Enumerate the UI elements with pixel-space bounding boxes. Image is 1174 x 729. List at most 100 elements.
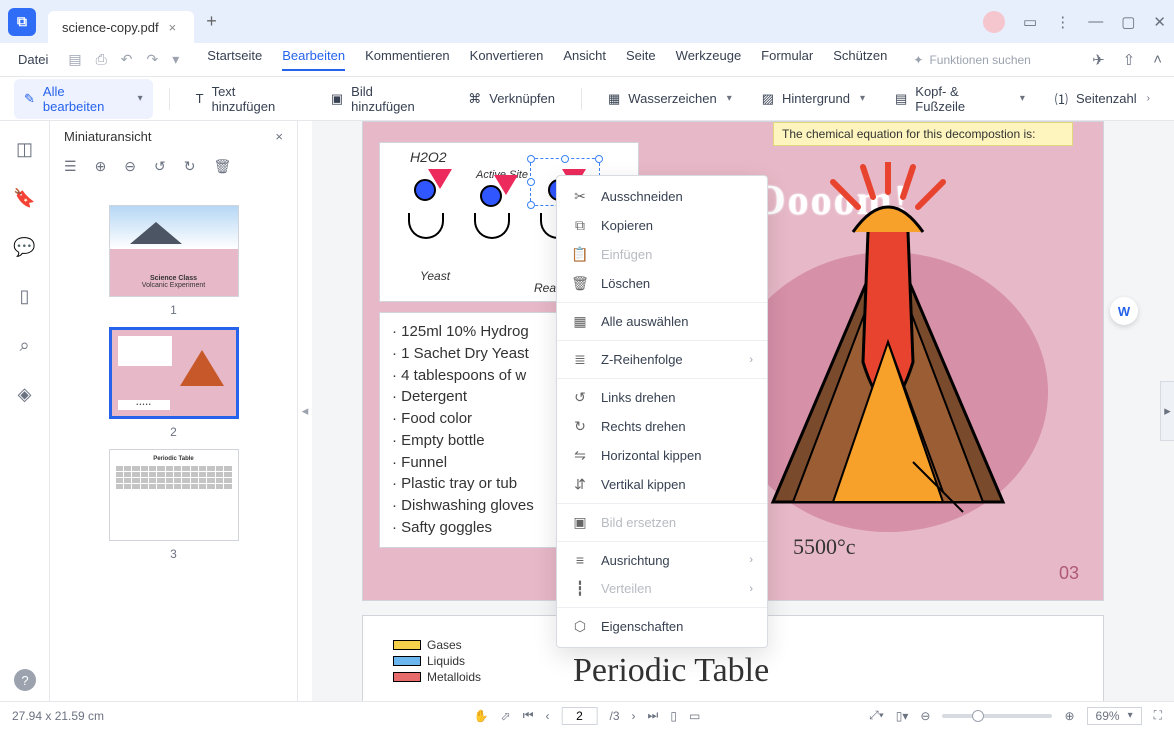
- tab-page[interactable]: Seite: [626, 48, 656, 71]
- titlebar: ⧉ science-copy.pdf × + ▭ ⋮ — ▢ ✕: [0, 0, 1174, 43]
- ctx-cut[interactable]: ✂Ausschneiden: [557, 182, 767, 211]
- close-tab-icon[interactable]: ×: [169, 20, 177, 35]
- text-icon: T: [196, 91, 204, 106]
- cloud-icon[interactable]: ⇧: [1123, 51, 1136, 69]
- add-image-button[interactable]: ▣ Bild hinzufügen: [321, 79, 448, 119]
- tab-form[interactable]: Formular: [761, 48, 813, 71]
- add-text-button[interactable]: T Text hinzufügen: [186, 79, 311, 119]
- tab-comment[interactable]: Kommentieren: [365, 48, 450, 71]
- ctx-select-all[interactable]: ▦Alle auswählen: [557, 307, 767, 336]
- watermark-button[interactable]: ▦ Wasserzeichen ▾: [598, 86, 742, 112]
- page-input[interactable]: [562, 707, 598, 725]
- header-footer-icon: ▤: [895, 91, 907, 107]
- collapse-ribbon-icon[interactable]: ˄: [1153, 51, 1162, 69]
- redo-icon[interactable]: ↷: [147, 51, 159, 68]
- page-number-label: Seitenzahl: [1076, 91, 1137, 106]
- chevron-down-icon: ▾: [138, 93, 143, 104]
- first-page-icon[interactable]: ⏮: [523, 708, 534, 723]
- save-icon[interactable]: ▤: [68, 51, 81, 68]
- ctx-properties[interactable]: ⬡Eigenschaften: [557, 612, 767, 641]
- thumbnail-list: Science ClassVolcanic Experiment 1 • • •…: [50, 187, 297, 701]
- last-page-icon[interactable]: ⏭: [648, 708, 659, 723]
- watermark-label: Wasserzeichen: [628, 91, 716, 106]
- list-icon[interactable]: ☰: [64, 158, 77, 175]
- flip-h-icon: ⇋: [571, 447, 589, 464]
- chat-icon[interactable]: ▭: [1023, 13, 1037, 31]
- zoom-slider[interactable]: [942, 714, 1052, 718]
- comment-panel-icon[interactable]: 💬: [13, 237, 35, 258]
- zoom-in-icon[interactable]: ⊕: [1064, 709, 1074, 723]
- panel-toggle-icon[interactable]: ◫: [16, 139, 33, 160]
- layers-icon[interactable]: ◈: [18, 384, 32, 405]
- zoom-in-icon[interactable]: ⊕: [95, 158, 107, 175]
- search-icon[interactable]: ⌕: [19, 335, 29, 356]
- hand-tool-icon[interactable]: ✋: [474, 709, 489, 723]
- zoom-out-icon[interactable]: ⊖: [124, 158, 136, 175]
- prev-page-icon[interactable]: ‹: [546, 709, 550, 723]
- tab-view[interactable]: Ansicht: [563, 48, 606, 71]
- page-layout-icon[interactable]: ▯: [670, 709, 677, 723]
- fullscreen-icon[interactable]: ⛶: [1154, 708, 1162, 723]
- tab-protect[interactable]: Schützen: [833, 48, 887, 71]
- file-menu[interactable]: Datei: [12, 52, 54, 67]
- more-icon[interactable]: ⋮: [1055, 13, 1070, 31]
- link-button[interactable]: ⌘ Verknüpfen: [458, 86, 565, 112]
- undo-icon[interactable]: ↶: [121, 51, 133, 68]
- thumbnails-header: Miniaturansicht ×: [50, 121, 297, 152]
- zoom-out-icon[interactable]: ⊖: [920, 709, 930, 723]
- ctx-z-order[interactable]: ≣Z-Reihenfolge›: [557, 345, 767, 374]
- thumbnail-page-3[interactable]: Periodic Table 3: [109, 449, 239, 561]
- page-number-button[interactable]: ⑴ Seitenzahl ›: [1045, 84, 1160, 113]
- next-page-icon[interactable]: ›: [632, 709, 636, 723]
- edit-toolbar: ✎ Alle bearbeiten ▾ T Text hinzufügen ▣ …: [0, 77, 1174, 121]
- rotate-left-icon: ↺: [571, 389, 589, 406]
- tab-edit[interactable]: Bearbeiten: [282, 48, 345, 71]
- trash-icon[interactable]: 🗑: [214, 158, 232, 175]
- ctx-align[interactable]: ≡Ausrichtung›: [557, 546, 767, 574]
- select-tool-icon[interactable]: ⬀: [501, 709, 511, 723]
- thumbnails-title: Miniaturansicht: [64, 129, 151, 144]
- thumbnail-page-1[interactable]: Science ClassVolcanic Experiment 1: [109, 205, 239, 317]
- window-minimize-icon[interactable]: —: [1088, 13, 1103, 30]
- attachment-icon[interactable]: ▯: [20, 286, 30, 307]
- watermark-icon: ▦: [608, 91, 620, 107]
- window-maximize-icon[interactable]: ▢: [1121, 13, 1135, 31]
- expand-right-panel-handle[interactable]: ▸: [1160, 381, 1174, 441]
- ctx-rotate-left[interactable]: ↺Links drehen: [557, 383, 767, 412]
- dropdown-icon[interactable]: ▾: [172, 51, 179, 68]
- ctx-flip-v[interactable]: ⇵Vertikal kippen: [557, 470, 767, 499]
- rotate-cw-icon[interactable]: ↻: [184, 158, 196, 175]
- fit-page-icon[interactable]: ▯▾: [896, 709, 909, 723]
- rotate-ccw-icon[interactable]: ↺: [154, 158, 166, 175]
- properties-icon: ⬡: [571, 618, 589, 635]
- separator: [557, 340, 767, 341]
- read-mode-icon[interactable]: ▭: [689, 709, 700, 723]
- ctx-flip-h[interactable]: ⇋Horizontal kippen: [557, 441, 767, 470]
- zoom-value[interactable]: 69%▾: [1087, 707, 1142, 725]
- new-tab-button[interactable]: +: [206, 11, 217, 32]
- bookmark-icon[interactable]: 🔖: [13, 188, 35, 209]
- avatar[interactable]: [983, 11, 1005, 33]
- close-panel-icon[interactable]: ×: [275, 129, 283, 144]
- help-icon[interactable]: ?: [14, 669, 36, 691]
- print-icon[interactable]: ⎙: [96, 51, 107, 68]
- background-button[interactable]: ▨ Hintergrund ▾: [752, 86, 875, 112]
- ctx-copy[interactable]: ⧉Kopieren: [557, 211, 767, 240]
- header-footer-button[interactable]: ▤ Kopf- & Fußzeile ▾: [885, 79, 1035, 119]
- edit-all-button[interactable]: ✎ Alle bearbeiten ▾: [14, 79, 153, 119]
- share-icon[interactable]: ✈: [1092, 51, 1105, 69]
- function-search[interactable]: ✦ Funktionen suchen: [913, 53, 1030, 67]
- collapse-panel-handle[interactable]: ◂: [298, 121, 312, 701]
- chevron-down-icon: ▾: [727, 93, 732, 104]
- tab-convert[interactable]: Konvertieren: [470, 48, 544, 71]
- yeast-label: Yeast: [420, 269, 450, 283]
- document-tab[interactable]: science-copy.pdf ×: [48, 11, 194, 43]
- window-close-icon[interactable]: ✕: [1153, 13, 1166, 31]
- word-export-button[interactable]: W: [1110, 297, 1138, 325]
- thumbnail-page-2[interactable]: • • • • • 2: [109, 327, 239, 439]
- fit-width-icon[interactable]: ⤢▾: [869, 708, 884, 723]
- tab-start[interactable]: Startseite: [207, 48, 262, 71]
- ctx-delete[interactable]: 🗑Löschen: [557, 269, 767, 298]
- tab-tools[interactable]: Werkzeuge: [676, 48, 742, 71]
- ctx-rotate-right[interactable]: ↻Rechts drehen: [557, 412, 767, 441]
